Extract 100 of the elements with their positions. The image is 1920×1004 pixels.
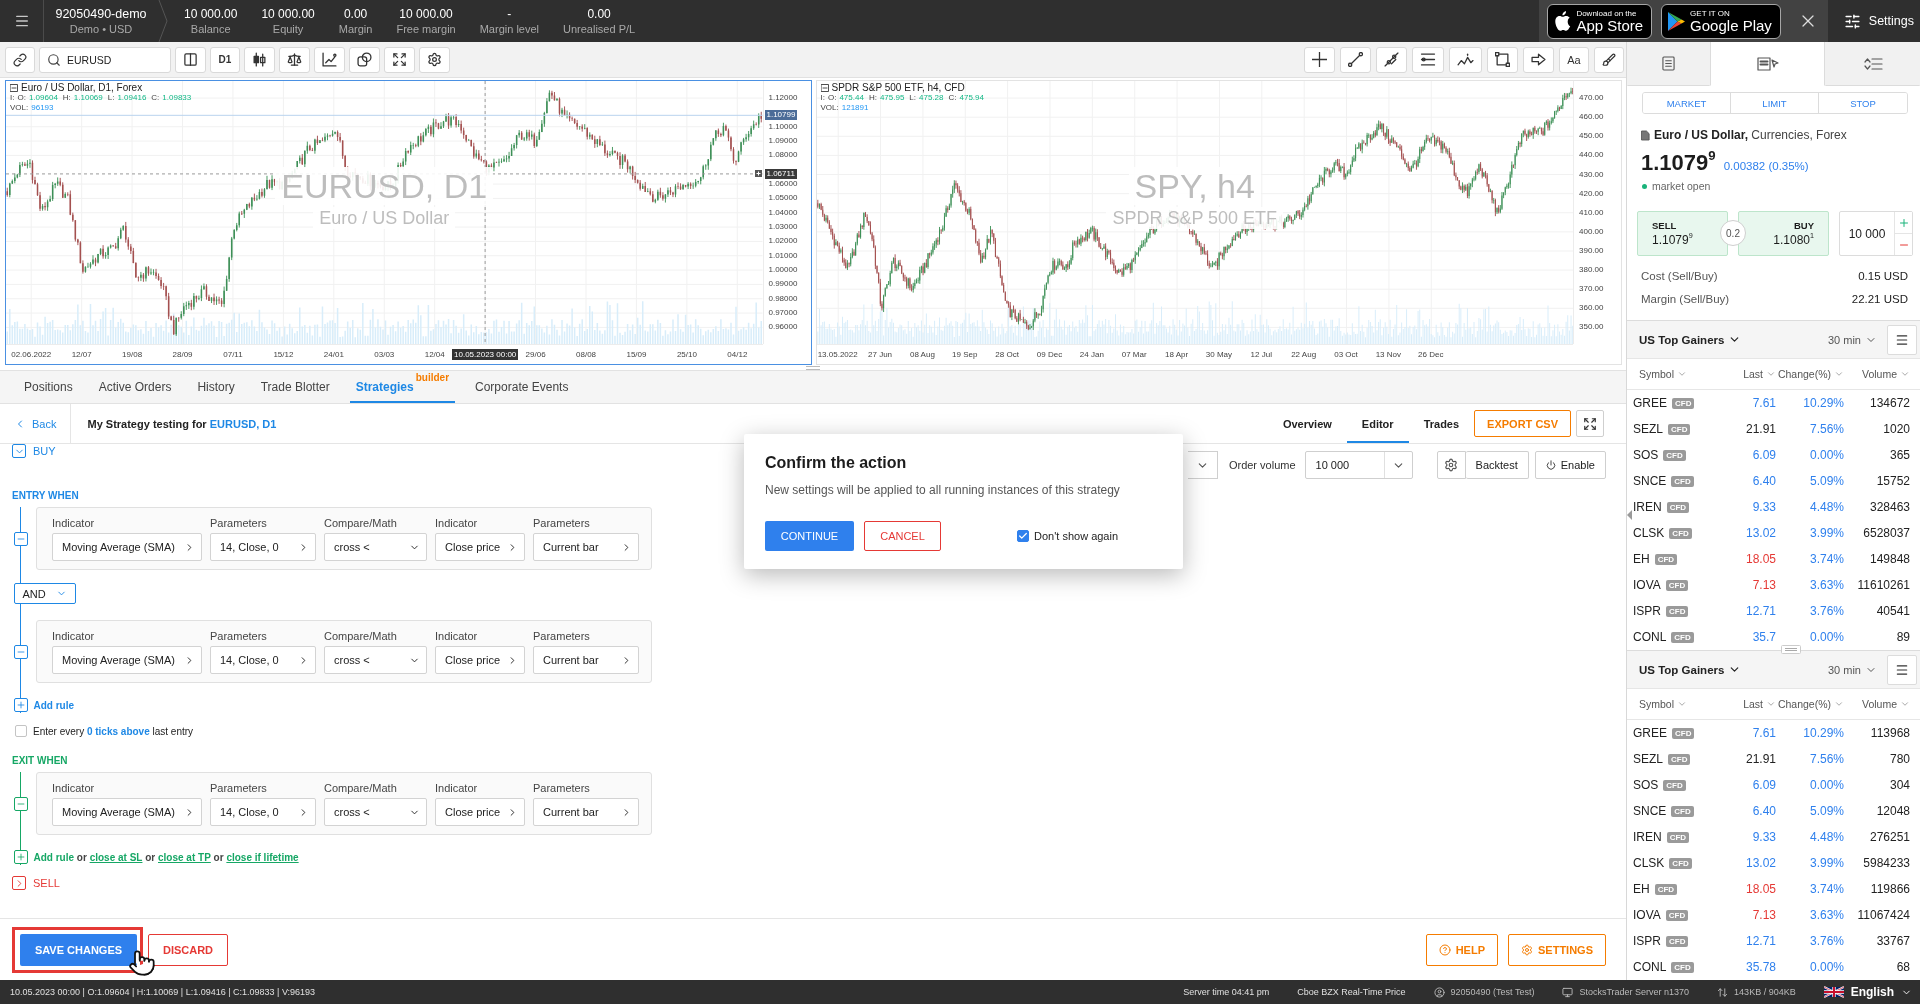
- link-button[interactable]: [5, 46, 35, 73]
- column-header[interactable]: Volume: [1844, 698, 1910, 710]
- pattern-tool[interactable]: [1449, 46, 1482, 73]
- logic-select[interactable]: AND: [13, 583, 76, 604]
- search-field[interactable]: EURUSD: [39, 46, 171, 73]
- rule-field[interactable]: Current bar: [533, 533, 639, 561]
- panel-tab[interactable]: Corporate Events: [469, 371, 575, 403]
- panel-tab[interactable]: Trade Blotter: [254, 371, 336, 403]
- panel-tab[interactable]: Active Orders: [92, 371, 178, 403]
- arrow-tool[interactable]: [1523, 46, 1554, 73]
- checkbox[interactable]: [15, 725, 27, 737]
- plus-square-icon[interactable]: [13, 698, 28, 712]
- last-price-cell: 21.91: [1745, 752, 1776, 766]
- ray-tool[interactable]: [1376, 46, 1407, 73]
- ticks-link[interactable]: 0 ticks above: [86, 725, 150, 737]
- column-header[interactable]: Change(%): [1776, 698, 1844, 710]
- view-tab[interactable]: Editor: [1346, 404, 1409, 443]
- minus-square-icon[interactable]: [820, 84, 829, 92]
- panel-tab[interactable]: Positions: [18, 371, 79, 403]
- symbol-cell: SOS: [1633, 448, 1659, 462]
- rule-field[interactable]: Moving Average (SMA): [52, 798, 202, 826]
- rule-field[interactable]: Current bar: [533, 646, 639, 674]
- enable-button[interactable]: Enable: [1534, 451, 1606, 479]
- parallel-channel-tool[interactable]: [1412, 46, 1444, 73]
- price-tick: 410.00: [1579, 207, 1604, 218]
- back-button[interactable]: Back: [0, 404, 72, 443]
- column-header[interactable]: Volume: [1844, 368, 1910, 380]
- layout-button[interactable]: [175, 46, 206, 73]
- rule-field[interactable]: Moving Average (SMA): [52, 533, 202, 561]
- minus-square-icon[interactable]: [13, 644, 28, 659]
- ohlc-value: 1.09416: [117, 93, 147, 103]
- rule-field[interactable]: Moving Average (SMA): [52, 646, 202, 674]
- grip-lines-icon[interactable]: [806, 365, 820, 370]
- view-tab[interactable]: Overview: [1267, 404, 1347, 443]
- settings-button[interactable]: Settings: [1843, 12, 1914, 30]
- rule-field[interactable]: 14, Close, 0: [210, 533, 316, 561]
- order-type-button[interactable]: MARKET: [1643, 93, 1731, 113]
- rectangle-tool[interactable]: [1487, 46, 1518, 73]
- compare-button[interactable]: [279, 46, 310, 73]
- backtest-button[interactable]: Backtest: [1465, 451, 1529, 479]
- cancel-button[interactable]: CANCEL: [864, 521, 941, 551]
- rule-field[interactable]: cross <: [324, 533, 427, 561]
- rule-field[interactable]: cross <: [324, 646, 427, 674]
- store-badge[interactable]: Download on the App Store: [1547, 3, 1653, 39]
- instrument-tag: CFD: [1671, 961, 1694, 973]
- rule-field[interactable]: Close price: [435, 533, 525, 561]
- rule-field[interactable]: Close price: [435, 646, 525, 674]
- field-label: Indicator: [52, 517, 95, 529]
- continue-button[interactable]: CONTINUE: [765, 521, 854, 551]
- indicators-button[interactable]: [314, 46, 345, 73]
- period-dropdown[interactable]: 30 min: [1827, 333, 1877, 346]
- price-tick: 400.00: [1579, 226, 1604, 237]
- column-header[interactable]: Last: [1716, 698, 1776, 710]
- instrument-link[interactable]: EURUSD, D1: [209, 417, 277, 430]
- column-header[interactable]: Symbol: [1633, 368, 1716, 380]
- chart-settings-button[interactable]: [419, 46, 450, 73]
- brush-tool[interactable]: [1594, 46, 1624, 73]
- stat-label: Equity: [272, 22, 304, 36]
- timeframe-button[interactable]: D1: [210, 46, 240, 73]
- rule-field[interactable]: 14, Close, 0: [210, 798, 316, 826]
- rule-field[interactable]: Current bar: [533, 798, 639, 826]
- time-tick: 18 Apr: [1165, 350, 1189, 359]
- chart-type-button[interactable]: [244, 46, 275, 73]
- buy-toggle[interactable]: BUY: [12, 444, 56, 458]
- period-dropdown[interactable]: 30 min: [1827, 663, 1877, 676]
- column-header[interactable]: Symbol: [1633, 698, 1716, 710]
- grip-handle-icon[interactable]: [1781, 645, 1801, 654]
- instrument-tag: CFD: [1671, 631, 1694, 643]
- add-rule-link[interactable]: Add rule: [33, 699, 75, 711]
- order-volume-select[interactable]: 10 000: [1304, 451, 1413, 479]
- column-header[interactable]: Last: [1716, 368, 1776, 380]
- fullscreen-button[interactable]: [1576, 410, 1604, 437]
- rule-field[interactable]: Close price: [435, 798, 525, 826]
- save-changes-button[interactable]: SAVE CHANGES: [20, 933, 137, 966]
- minus-square-icon[interactable]: [10, 84, 18, 92]
- watchlist-title-dropdown[interactable]: US Top Gainers: [1639, 333, 1742, 346]
- panel-tab[interactable]: History: [191, 371, 241, 403]
- rule-field[interactable]: 14, Close, 0: [210, 646, 316, 674]
- fullscreen-button[interactable]: [384, 46, 415, 73]
- trend-line-tool[interactable]: [1340, 46, 1371, 73]
- sell-toggle[interactable]: SELL: [12, 876, 60, 890]
- discard-button[interactable]: DISCARD: [148, 933, 228, 966]
- crosshair-tool[interactable]: [1304, 46, 1335, 73]
- strategy-settings-button[interactable]: [1436, 451, 1466, 479]
- language-selector[interactable]: English: [1823, 985, 1912, 999]
- store-badge[interactable]: GET IT ON Google Play: [1661, 3, 1781, 39]
- volume-cell: 12048: [1876, 804, 1910, 818]
- column-header[interactable]: Change(%): [1776, 368, 1844, 380]
- plus-square-icon[interactable]: [13, 850, 28, 864]
- change-cell: 0.00%: [1809, 778, 1844, 792]
- time-tick: 30 May: [1205, 350, 1233, 359]
- checkbox[interactable]: [1017, 530, 1029, 542]
- text-tool[interactable]: Aa: [1559, 46, 1589, 73]
- minus-square-icon[interactable]: [13, 531, 28, 546]
- objects-button[interactable]: [349, 46, 380, 73]
- watchlist-title-dropdown[interactable]: US Top Gainers: [1639, 663, 1742, 676]
- view-tab[interactable]: Trades: [1408, 404, 1475, 443]
- instrument-tag: CFD: [1672, 397, 1695, 409]
- left-triangle-icon[interactable]: [1627, 510, 1632, 520]
- rule-field[interactable]: cross <: [324, 798, 427, 826]
